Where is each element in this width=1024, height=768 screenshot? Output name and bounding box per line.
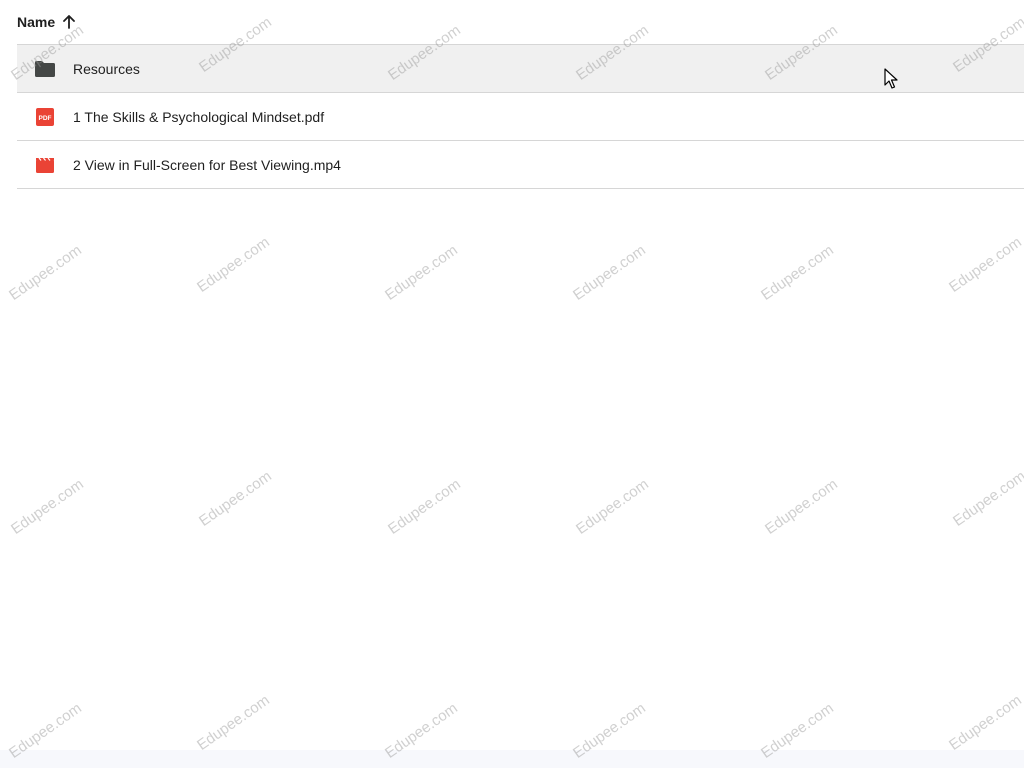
file-row-resources[interactable]: Resources bbox=[17, 45, 1024, 93]
watermark: Edupee.com bbox=[382, 241, 461, 304]
file-row-pdf[interactable]: PDF 1 The Skills & Psychological Mindset… bbox=[17, 93, 1024, 141]
watermark: Edupee.com bbox=[194, 691, 273, 754]
arrow-up-icon[interactable] bbox=[62, 15, 76, 29]
name-column-header[interactable]: Name bbox=[17, 0, 1024, 45]
watermark: Edupee.com bbox=[196, 467, 275, 530]
file-name: Resources bbox=[73, 60, 140, 77]
watermark: Edupee.com bbox=[573, 475, 652, 538]
pdf-icon: PDF bbox=[33, 105, 57, 129]
svg-text:PDF: PDF bbox=[39, 115, 52, 122]
file-row-video[interactable]: 2 View in Full-Screen for Best Viewing.m… bbox=[17, 141, 1024, 189]
file-name: 1 The Skills & Psychological Mindset.pdf bbox=[73, 108, 325, 125]
video-icon bbox=[33, 153, 57, 177]
folder-icon bbox=[33, 57, 57, 81]
mouse-cursor-icon bbox=[884, 68, 898, 90]
watermark: Edupee.com bbox=[946, 691, 1024, 754]
watermark: Edupee.com bbox=[570, 241, 649, 304]
file-list: Name Resources PDF 1 The Skills & Psycho… bbox=[17, 0, 1024, 189]
name-column-label: Name bbox=[17, 14, 56, 30]
watermark: Edupee.com bbox=[946, 233, 1024, 296]
watermark: Edupee.com bbox=[385, 475, 464, 538]
watermark: Edupee.com bbox=[762, 475, 841, 538]
watermark: Edupee.com bbox=[8, 475, 87, 538]
watermark: Edupee.com bbox=[194, 233, 273, 296]
watermark: Edupee.com bbox=[6, 241, 85, 304]
watermark: Edupee.com bbox=[758, 241, 837, 304]
file-name: 2 View in Full-Screen for Best Viewing.m… bbox=[73, 156, 341, 173]
bottom-bar bbox=[0, 750, 1024, 768]
watermark: Edupee.com bbox=[950, 467, 1024, 530]
